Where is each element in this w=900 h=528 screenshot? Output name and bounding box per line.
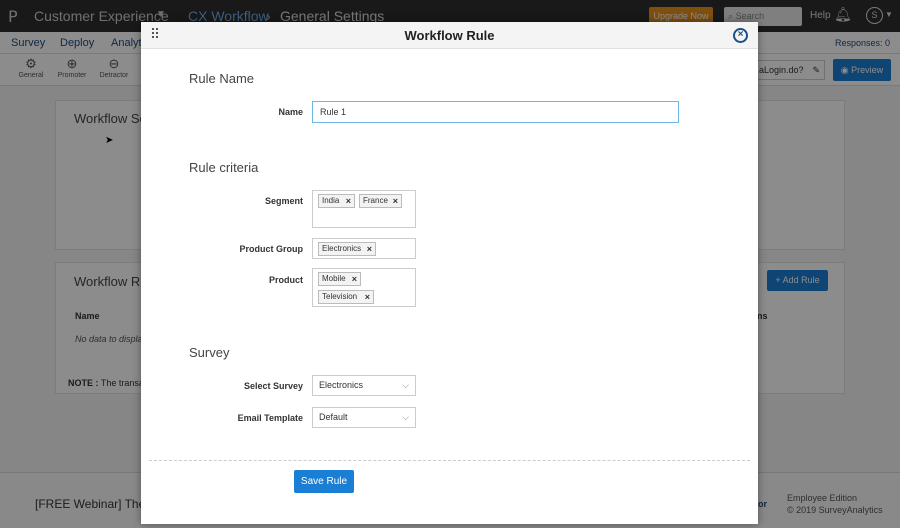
product-tag: Television ×	[318, 290, 374, 304]
chevron-down-icon: ⌵	[402, 380, 409, 390]
segment-label: Segment	[264, 196, 303, 206]
select-survey-dropdown[interactable]: Electronics ⌵	[312, 375, 416, 396]
product-group-tag: Electronics ×	[318, 242, 376, 256]
select-survey-label: Select Survey	[243, 381, 303, 391]
modal-header: Workflow Rule ×	[141, 22, 758, 49]
rule-name-input[interactable]: Rule 1	[312, 101, 679, 123]
remove-tag-icon[interactable]: ×	[352, 273, 357, 285]
section-rule-name: Rule Name	[189, 71, 255, 86]
email-template-label: Email Template	[237, 413, 303, 423]
divider	[149, 460, 750, 461]
section-survey: Survey	[189, 345, 230, 360]
segment-tag: India ×	[318, 194, 355, 208]
modal-title: Workflow Rule	[404, 28, 495, 43]
product-multiselect[interactable]: Mobile × Television ×	[312, 268, 416, 307]
remove-tag-icon[interactable]: ×	[393, 195, 398, 207]
remove-tag-icon[interactable]: ×	[346, 195, 351, 207]
save-rule-button[interactable]: Save Rule	[294, 470, 354, 493]
section-rule-criteria: Rule criteria	[189, 160, 259, 175]
name-label: Name	[278, 107, 303, 117]
workflow-rule-modal: Workflow Rule × Rule Name Name Rule 1 Ru…	[141, 22, 758, 524]
email-template-dropdown[interactable]: Default ⌵	[312, 407, 416, 428]
product-tag: Mobile ×	[318, 272, 361, 286]
chevron-down-icon: ⌵	[402, 412, 409, 422]
remove-tag-icon[interactable]: ×	[365, 291, 370, 303]
segment-multiselect[interactable]: India × France ×	[312, 190, 416, 228]
product-label: Product	[268, 275, 303, 285]
product-group-label: Product Group	[239, 244, 304, 254]
segment-tag: France ×	[359, 194, 402, 208]
remove-tag-icon[interactable]: ×	[367, 243, 372, 255]
close-icon[interactable]: ×	[733, 28, 748, 43]
product-group-multiselect[interactable]: Electronics ×	[312, 238, 416, 259]
